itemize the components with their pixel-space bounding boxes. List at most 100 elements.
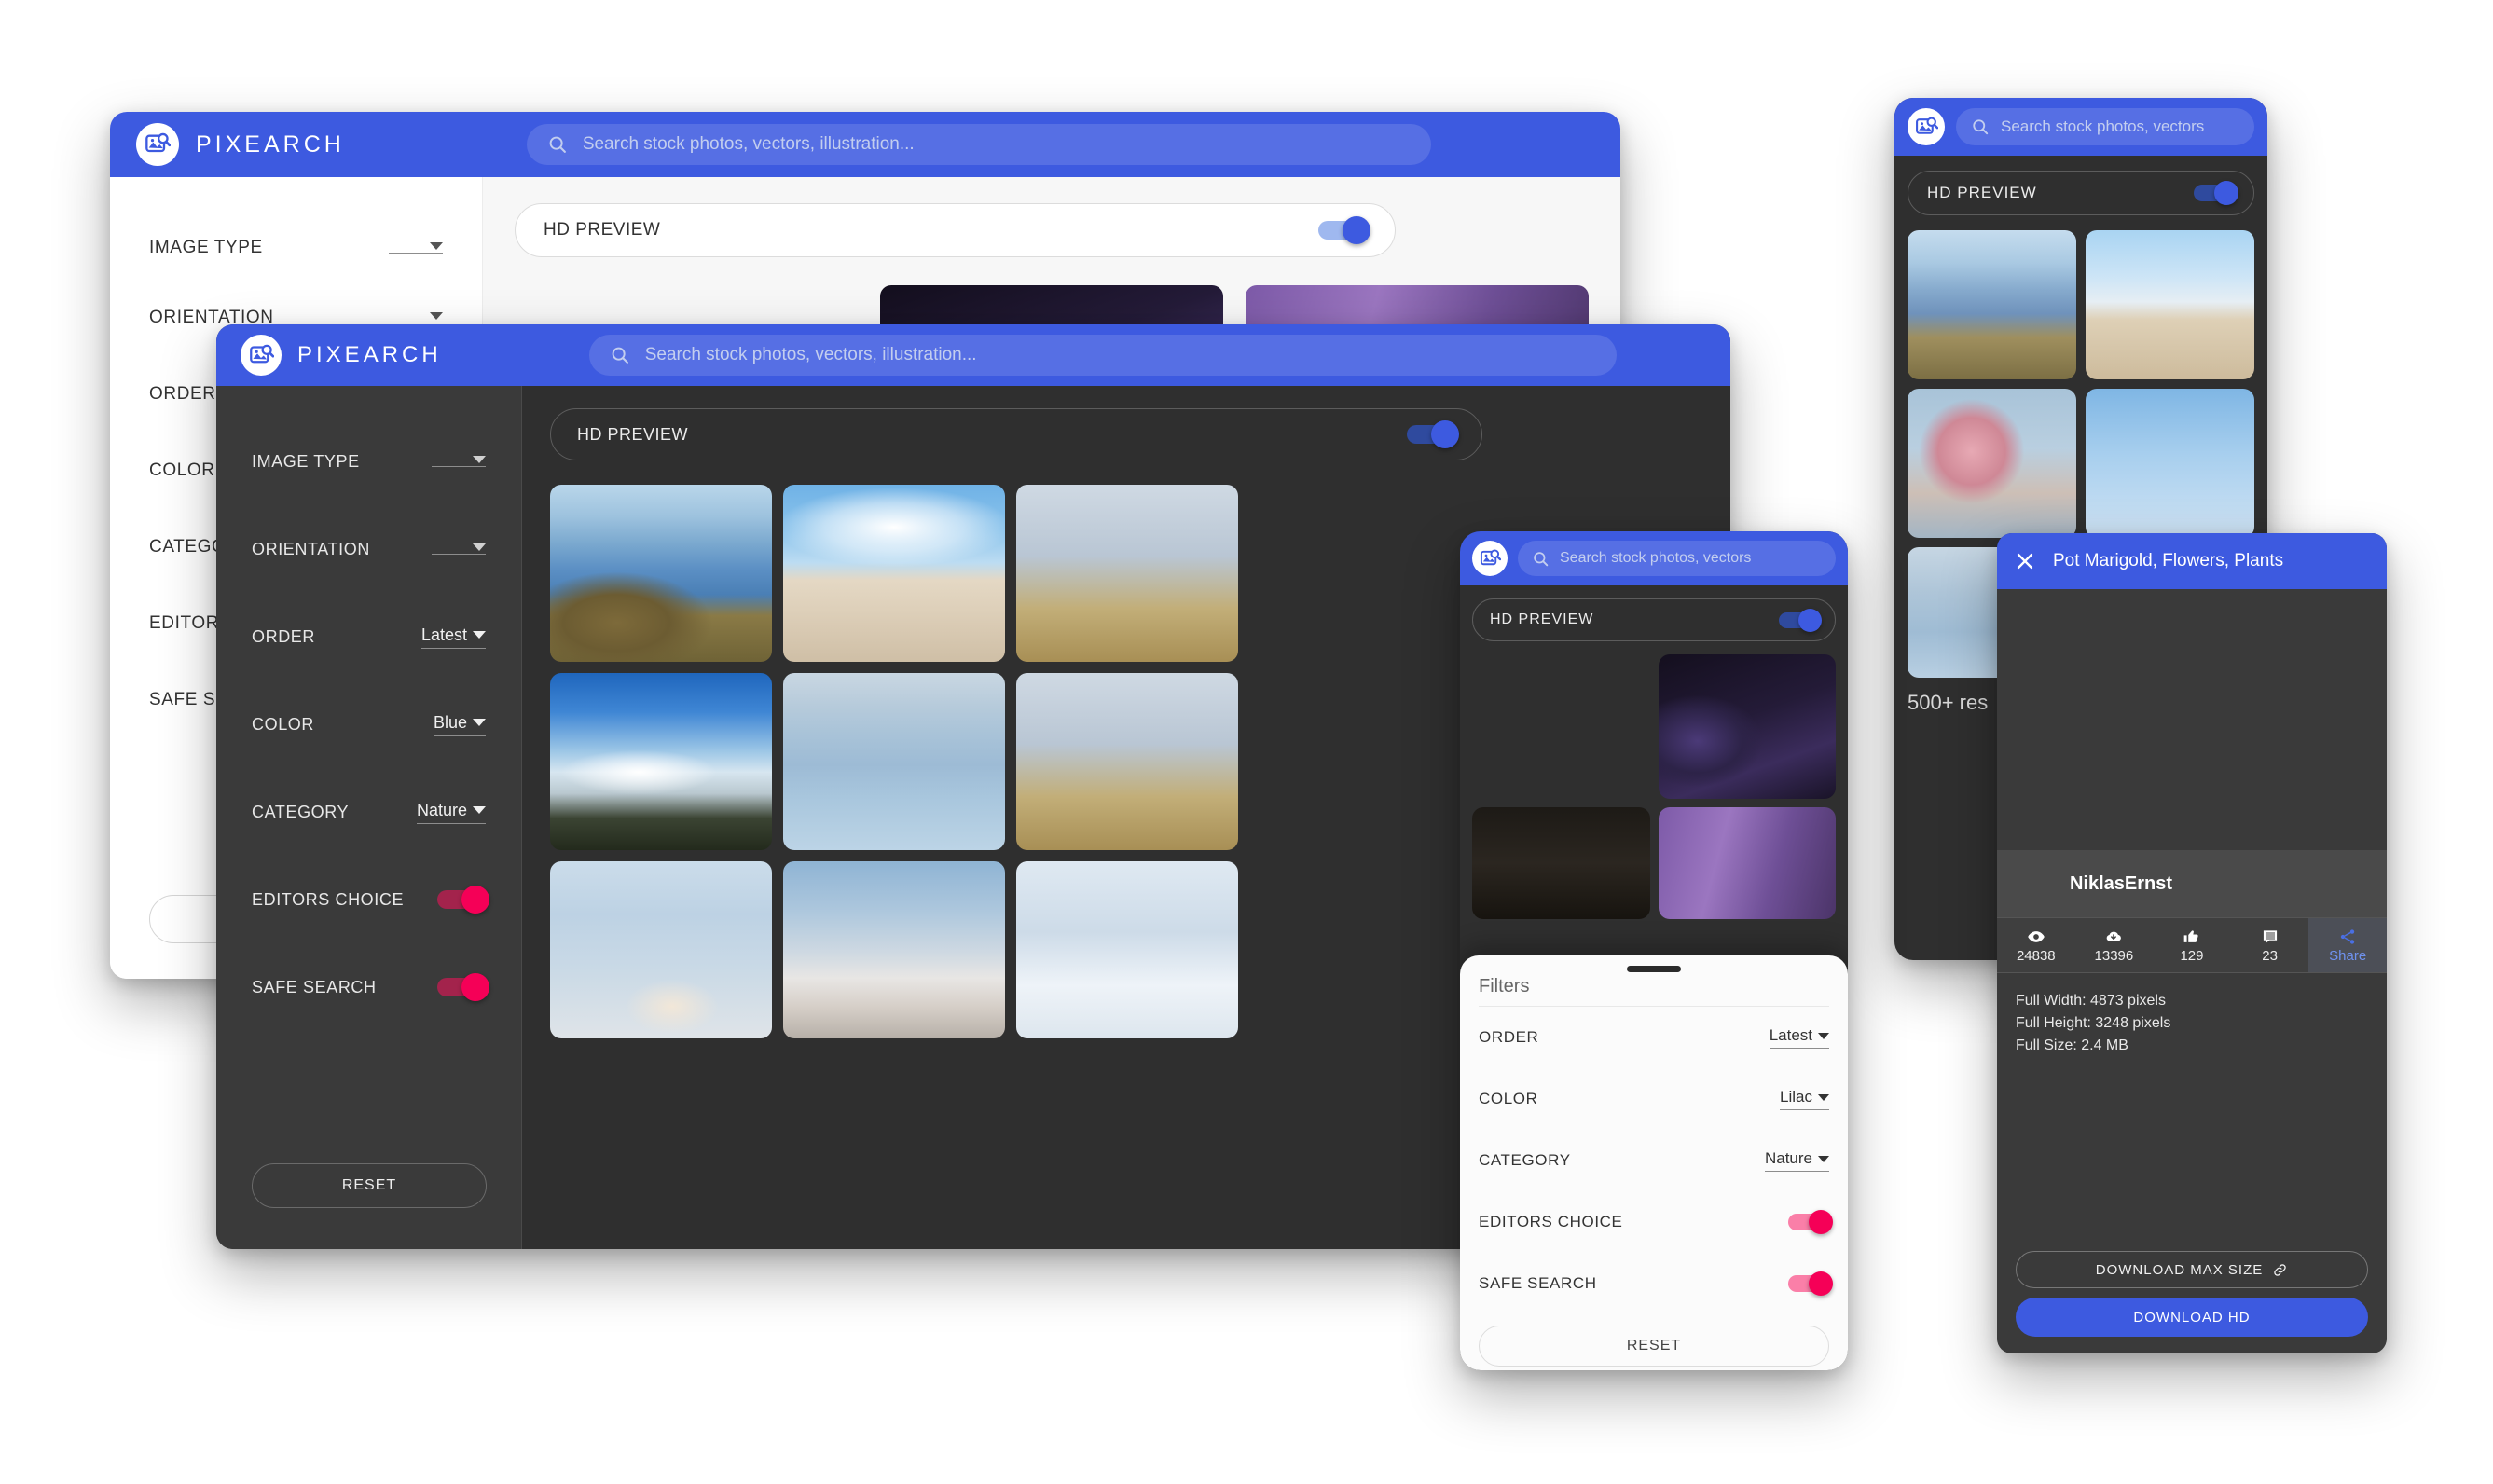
download-max-size-label: DOWNLOAD MAX SIZE <box>2095 1261 2264 1278</box>
detail-author-row[interactable]: NiklasErnst <box>1997 850 2387 917</box>
search-icon <box>1534 551 1549 566</box>
filter-row-safe-search[interactable]: SAFE SEARCH <box>252 943 489 1031</box>
photo-tile[interactable] <box>1908 389 2076 538</box>
sheet-value-category[interactable]: Nature <box>1764 1149 1829 1172</box>
hd-preview-switch-tablet[interactable] <box>2194 181 2238 205</box>
filter-label-image-type: IMAGE TYPE <box>252 451 360 471</box>
download-hd-button[interactable]: DOWNLOAD HD <box>2016 1298 2368 1337</box>
filter-value-order[interactable]: Latest <box>420 625 486 649</box>
app-logo[interactable] <box>136 123 179 166</box>
app-logo[interactable] <box>1908 108 1945 145</box>
sheet-row-color[interactable]: COLOR Lilac <box>1479 1068 1829 1130</box>
image-search-icon <box>1915 117 1938 134</box>
filter-row-category[interactable]: CATEGORY Nature <box>252 768 486 856</box>
filter-row-image-type[interactable]: IMAGE TYPE <box>252 418 486 505</box>
photo-tile[interactable] <box>550 673 772 850</box>
photo-tile[interactable] <box>1016 861 1238 1038</box>
filter-value-image-type[interactable] <box>432 456 486 467</box>
editors-choice-switch[interactable] <box>437 886 489 914</box>
close-icon[interactable] <box>2014 550 2036 572</box>
filter-value-color-text: Blue <box>433 712 467 732</box>
search-bar-dark[interactable]: Search stock photos, vectors, illustrati… <box>588 335 1617 376</box>
safe-search-switch[interactable] <box>437 973 489 1001</box>
search-icon <box>612 347 628 364</box>
photo-tile[interactable] <box>1658 807 1836 919</box>
hd-preview-switch-light[interactable] <box>1318 216 1370 244</box>
stat-comments[interactable]: 23 <box>2231 918 2309 972</box>
hd-preview-switch-phone[interactable] <box>1779 608 1822 632</box>
search-bar-light[interactable]: Search stock photos, vectors, illustrati… <box>526 124 1431 165</box>
photo-tile[interactable] <box>1472 807 1650 919</box>
window-image-detail[interactable]: Pot Marigold, Flowers, Plants NiklasErns… <box>1997 533 2387 1353</box>
search-bar-tablet[interactable]: Search stock photos, vectors <box>1956 108 2254 145</box>
app-logo[interactable] <box>241 335 282 376</box>
download-max-size-button[interactable]: DOWNLOAD MAX SIZE <box>2016 1251 2368 1288</box>
sheet-drag-handle[interactable] <box>1627 966 1681 972</box>
photo-tile[interactable] <box>1016 673 1238 850</box>
phone-topbar: Search stock photos, vectors <box>1460 531 1848 585</box>
chevron-down-icon <box>1818 1032 1829 1039</box>
share-button[interactable]: Share <box>2308 918 2387 972</box>
filter-label-category: CATEGORY <box>252 802 350 821</box>
window-phone-filters[interactable]: Search stock photos, vectors HD PREVIEW … <box>1460 531 1848 1370</box>
photo-tile[interactable] <box>1908 230 2076 379</box>
filter-value-color[interactable]: Blue <box>433 712 486 736</box>
photo-tile[interactable] <box>550 485 772 662</box>
hd-preview-label-light: HD PREVIEW <box>544 220 661 240</box>
filter-row-editors-choice[interactable]: EDITORS CHOICE <box>252 856 489 943</box>
filter-row-image-type[interactable]: IMAGE TYPE <box>149 216 443 280</box>
photo-tile[interactable] <box>1658 654 1836 799</box>
reset-button-dark[interactable]: RESET <box>252 1163 487 1208</box>
meta-full-width: Full Width: 4873 pixels <box>2016 993 2166 1009</box>
hd-preview-toggle-tablet[interactable]: HD PREVIEW <box>1908 171 2254 215</box>
stat-views[interactable]: 24838 <box>1997 918 2075 972</box>
filter-value-category[interactable]: Nature <box>416 800 486 824</box>
filters-bottom-sheet[interactable]: Filters ORDER Latest COLOR Lilac CATEGOR… <box>1460 955 1848 1370</box>
toggle-knob <box>1343 216 1370 244</box>
photo-tile[interactable] <box>783 673 1005 850</box>
sheet-label-safe-search: SAFE SEARCH <box>1479 1274 1597 1292</box>
app-logo[interactable] <box>1472 541 1508 576</box>
chevron-down-icon <box>473 543 486 551</box>
photo-tile[interactable] <box>2086 230 2254 379</box>
reset-button-sheet[interactable]: RESET <box>1479 1326 1829 1367</box>
stat-downloads[interactable]: 13396 <box>2075 918 2154 972</box>
sheet-row-order[interactable]: ORDER Latest <box>1479 1007 1829 1068</box>
toggle-knob <box>1809 1210 1833 1234</box>
filter-row-orientation[interactable]: ORIENTATION <box>252 505 486 593</box>
hd-preview-switch-dark[interactable] <box>1407 420 1459 448</box>
photo-tile[interactable] <box>783 861 1005 1038</box>
sheet-value-color[interactable]: Lilac <box>1780 1088 1829 1110</box>
dark-sidebar: IMAGE TYPE ORIENTATION ORDER Latest COLO… <box>216 386 522 1249</box>
photo-tile[interactable] <box>783 485 1005 662</box>
stat-likes[interactable]: 129 <box>2153 918 2231 972</box>
filter-row-order[interactable]: ORDER Latest <box>252 593 486 680</box>
brand-name: PIXEARCH <box>196 131 345 158</box>
sheet-value-order[interactable]: Latest <box>1769 1026 1829 1049</box>
photo-tile[interactable] <box>1472 654 1650 799</box>
photo-tile[interactable] <box>2086 389 2254 538</box>
filter-label-order: ORDER <box>149 384 216 404</box>
filter-value-image-type[interactable] <box>389 242 443 254</box>
sheet-value-category-text: Nature <box>1764 1149 1812 1167</box>
photo-tile[interactable] <box>1016 485 1238 662</box>
sheet-safe-search-switch[interactable] <box>1788 1271 1833 1296</box>
filter-value-category-text: Nature <box>416 800 467 819</box>
photo-tile[interactable] <box>550 861 772 1038</box>
filter-value-orientation[interactable] <box>432 543 486 555</box>
sheet-row-editors-choice[interactable]: EDITORS CHOICE <box>1479 1191 1833 1253</box>
sheet-editors-choice-switch[interactable] <box>1788 1210 1833 1234</box>
sheet-row-category[interactable]: CATEGORY Nature <box>1479 1130 1829 1191</box>
filter-value-orientation[interactable] <box>389 312 443 323</box>
sheet-row-safe-search[interactable]: SAFE SEARCH <box>1479 1253 1833 1314</box>
hd-preview-toggle-dark[interactable]: HD PREVIEW <box>550 408 1482 460</box>
filter-value-order-text: Latest <box>420 625 467 644</box>
filter-row-color[interactable]: COLOR Blue <box>252 680 486 768</box>
hd-preview-toggle-phone[interactable]: HD PREVIEW <box>1472 598 1836 641</box>
meta-full-height: Full Height: 3248 pixels <box>2016 1015 2171 1031</box>
detail-hero-image[interactable] <box>1997 589 2387 850</box>
hd-preview-toggle-light[interactable]: HD PREVIEW <box>515 203 1396 257</box>
toggle-knob <box>1809 1271 1833 1296</box>
search-bar-phone[interactable]: Search stock photos, vectors <box>1518 541 1836 576</box>
filter-label-color: COLOR <box>149 460 215 480</box>
